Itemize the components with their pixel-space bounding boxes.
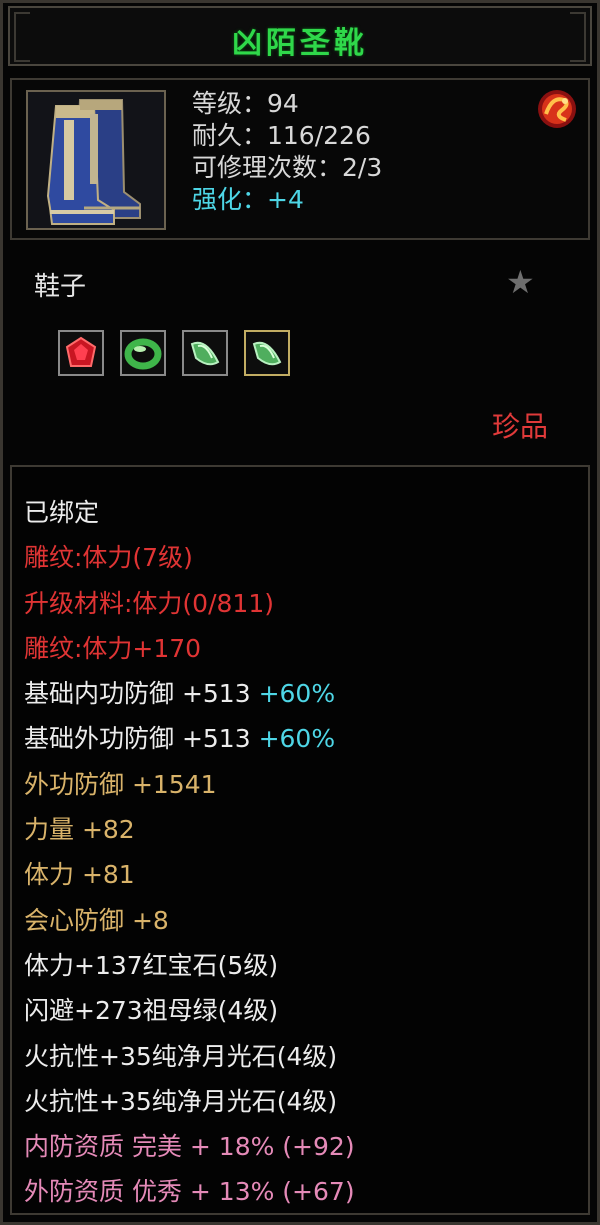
stamina-stat: 体力 +81 (24, 860, 135, 890)
engrave-line: 雕纹:体力(7级) (24, 543, 193, 573)
star-icon[interactable]: ★ (506, 266, 535, 298)
durability-label: 耐久：116/226 (192, 121, 371, 150)
repair-count-label: 可修理次数：2/3 (192, 153, 383, 182)
title-bar: 凶陌圣靴 (8, 6, 592, 66)
gem-bonus-emerald: 闪避+273祖母绿(4级) (24, 996, 279, 1026)
item-stats: 等级：94 耐久：116/226 可修理次数：2/3 强化：+4 (192, 88, 382, 216)
outer-defense-quality: 外防资质 优秀 + 13% (+67) (24, 1177, 355, 1207)
item-type: 鞋子 (34, 272, 87, 302)
inner-defense-quality: 内防资质 完美 + 18% (+92) (24, 1132, 355, 1162)
dragon-badge-icon (536, 88, 578, 130)
gem-bonus-ruby: 体力+137红宝石(5级) (24, 950, 279, 980)
gem-bonus-moonstone: 火抗性+35纯净月光石(4级) (24, 1041, 338, 1071)
base-outer-defense: 基础外功防御 +513 +60% (24, 716, 355, 761)
attribute-list: 已绑定 雕纹:体力(7级) 升级材料:体力(0/811) 雕纹:体力+170 基… (24, 490, 355, 1215)
upgrade-material-line: 升级材料:体力(0/811) (24, 588, 274, 618)
strength-stat: 力量 +82 (24, 815, 135, 845)
item-name: 凶陌圣靴 (232, 26, 368, 61)
engrave-bonus-line: 雕纹:体力+170 (24, 633, 202, 663)
item-header: 等级：94 耐久：116/226 可修理次数：2/3 强化：+4 (10, 78, 590, 240)
moonstone-gem-icon[interactable] (244, 330, 290, 376)
base-inner-defense-value: 基础内功防御 +513 (24, 679, 251, 709)
base-outer-defense-bonus: +60% (258, 724, 336, 754)
rarity-label: 珍品 (492, 410, 549, 443)
emerald-ring-icon[interactable] (120, 330, 166, 376)
bound-status: 已绑定 (24, 498, 100, 527)
ruby-gem-icon[interactable] (58, 330, 104, 376)
base-outer-defense-value: 基础外功防御 +513 (24, 724, 251, 754)
outer-defense: 外功防御 +1541 (24, 769, 217, 799)
enhance-label: 强化：+4 (192, 185, 304, 214)
boots-icon[interactable] (26, 90, 166, 230)
gem-bonus-moonstone: 火抗性+35纯净月光石(4级) (24, 1086, 338, 1116)
level-label: 等级：94 (192, 89, 299, 118)
crit-defense-stat: 会心防御 +8 (24, 905, 169, 935)
base-inner-defense: 基础内功防御 +513 +60% (24, 671, 355, 716)
moonstone-gem-icon[interactable] (182, 330, 228, 376)
base-inner-defense-bonus: +60% (258, 679, 336, 709)
